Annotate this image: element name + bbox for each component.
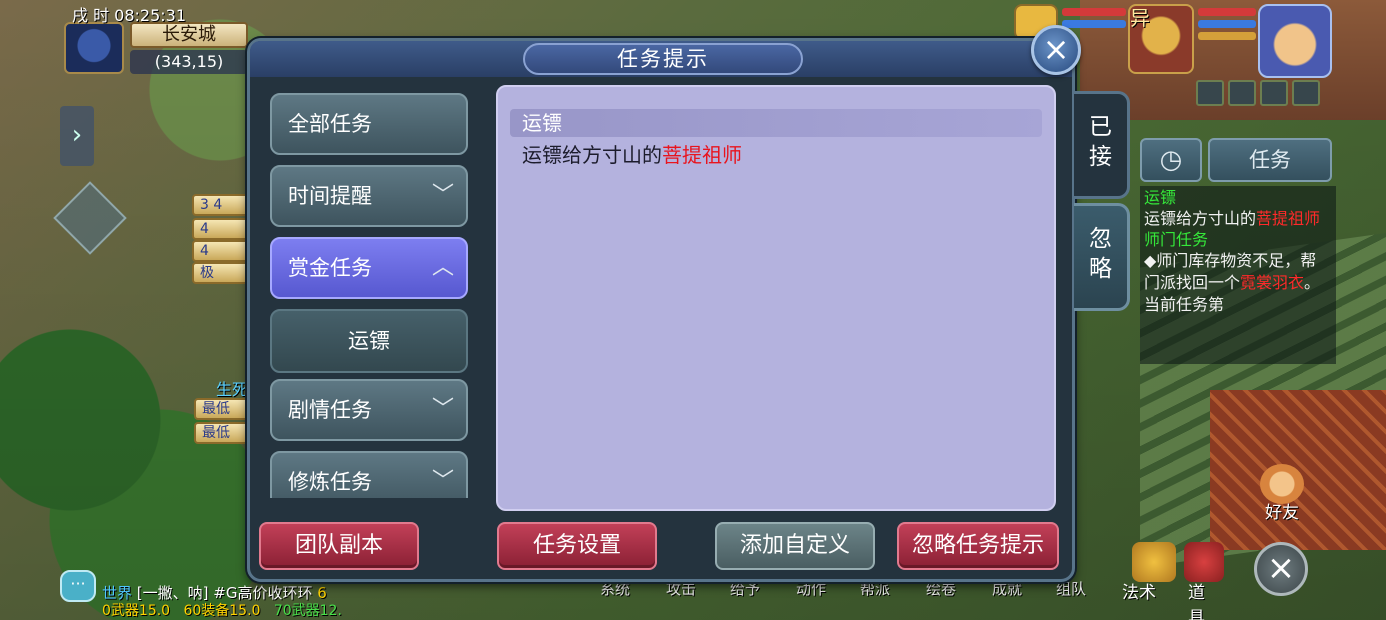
menu-spells[interactable]: 法术 — [1122, 578, 1156, 603]
task-description: 运镖给方寸山的菩提祖师 — [522, 139, 742, 168]
timer-icon[interactable]: ◷ — [1140, 138, 1202, 182]
left-tag: 4 — [192, 240, 250, 262]
character-name: 异 — [1130, 6, 1150, 30]
pet-hp-bar — [1062, 8, 1126, 16]
tracker-task-title: 师门任务 — [1144, 230, 1209, 249]
category-label: 修炼任务 — [288, 470, 372, 494]
category-label: 赏金任务 — [288, 256, 372, 280]
task-target-npc[interactable]: 菩提祖师 — [662, 143, 742, 167]
left-tag: 3 4 — [192, 194, 250, 216]
minimap-icon[interactable] — [64, 22, 124, 74]
trade-item: 0武器15.0 — [102, 603, 171, 619]
buff-icon[interactable] — [1292, 80, 1320, 106]
tracker-text: 运镖给方寸山的 — [1144, 209, 1257, 228]
tracker-task-title: 运镖 — [1144, 188, 1177, 207]
left-tag: 极 — [192, 262, 250, 284]
trade-line: 0武器15.0 60装备15.0 70武器12. — [102, 600, 342, 620]
category-label: 时间提醒 — [288, 184, 372, 208]
task-hint-dialog: 任务提示 × 全部任务 时间提醒 ﹀ 赏金任务 ︿ 运镖 剧情任务 ﹀ 修炼任务 ﹀ 运… — [247, 25, 1130, 582]
add-custom-button[interactable]: 添加自定义 — [715, 522, 875, 570]
ignore-hints-button[interactable]: 忽略任务提示 — [897, 522, 1059, 570]
buff-icon[interactable] — [1196, 80, 1224, 106]
category-cultivation-tasks[interactable]: 修炼任务 ﹀ — [270, 451, 468, 498]
friends-button[interactable]: 好友 — [1254, 464, 1310, 523]
task-desc-text: 运镖给方寸山的 — [522, 143, 662, 167]
player-coords: (343,15) — [130, 50, 248, 74]
player-avatar[interactable] — [1258, 4, 1332, 78]
task-detail-panel: 运镖 运镖给方寸山的菩提祖师 — [496, 85, 1056, 511]
npc-label: 生死 — [216, 380, 249, 399]
player-mp-bar — [1198, 20, 1256, 28]
subcategory-escort[interactable]: 运镖 — [270, 309, 468, 373]
close-icon[interactable]: × — [1254, 542, 1308, 596]
dialog-title-bar: 任务提示 — [250, 41, 1072, 77]
buff-icon[interactable] — [1260, 80, 1288, 106]
dialog-title: 任务提示 — [523, 43, 803, 75]
task-category-list[interactable]: 全部任务 时间提醒 ﹀ 赏金任务 ︿ 运镖 剧情任务 ﹀ 修炼任务 ﹀ — [270, 93, 470, 498]
team-dungeon-button[interactable]: 团队副本 — [259, 522, 419, 570]
category-all-tasks[interactable]: 全部任务 — [270, 93, 468, 155]
category-label: 剧情任务 — [288, 398, 372, 422]
player-sp-bar — [1198, 32, 1256, 40]
category-label: 全部任务 — [288, 112, 372, 136]
left-tag: 最低 — [194, 398, 252, 420]
item-chest-icon[interactable] — [1184, 542, 1224, 582]
tracker-target: 霓裳羽衣 — [1240, 273, 1305, 292]
left-tag: 4 — [192, 218, 250, 240]
left-tag: 最低 — [194, 422, 252, 444]
trade-item: 70武器12. — [273, 603, 342, 619]
task-name: 运镖 — [510, 109, 1042, 137]
tracker-task-body: 运镖给方寸山的菩提祖师 — [1144, 208, 1332, 230]
category-bounty-tasks[interactable]: 赏金任务 ︿ — [270, 237, 468, 299]
chevron-up-icon: ︿ — [431, 255, 454, 280]
chevron-down-icon: ﹀ — [431, 183, 454, 208]
spell-icon[interactable] — [1132, 542, 1176, 582]
tracker-target: 菩提祖师 — [1256, 209, 1321, 228]
buff-icon[interactable] — [1228, 80, 1256, 106]
pet-mp-bar — [1062, 20, 1126, 28]
task-tab-button[interactable]: 任务 — [1208, 138, 1332, 182]
task-settings-button[interactable]: 任务设置 — [497, 522, 657, 570]
player-hp-bar — [1198, 8, 1256, 16]
expand-arrow-icon[interactable]: › — [60, 106, 94, 166]
city-name: 长安城 — [130, 22, 248, 48]
tab-ignored[interactable]: 忽 略 — [1074, 203, 1130, 311]
task-tracker[interactable]: 运镖 运镖给方寸山的菩提祖师 师门任务 ◆师门库存物资不足，帮门派找回一个霓裳羽… — [1140, 186, 1336, 364]
menu-items[interactable]: 道具 — [1188, 578, 1220, 620]
chevron-down-icon: ﹀ — [431, 469, 454, 494]
tab-accepted[interactable]: 已 接 — [1074, 91, 1130, 199]
category-story-tasks[interactable]: 剧情任务 ﹀ — [270, 379, 468, 441]
chat-icon[interactable]: ··· — [60, 570, 96, 602]
friends-label: 好友 — [1265, 503, 1299, 523]
close-icon[interactable]: × — [1031, 25, 1081, 75]
tracker-task-body: ◆师门库存物资不足，帮门派找回一个霓裳羽衣。当前任务第 — [1144, 250, 1332, 316]
chevron-down-icon: ﹀ — [431, 397, 454, 422]
trade-item: 60装备15.0 — [183, 603, 261, 619]
category-time-reminder[interactable]: 时间提醒 ﹀ — [270, 165, 468, 227]
